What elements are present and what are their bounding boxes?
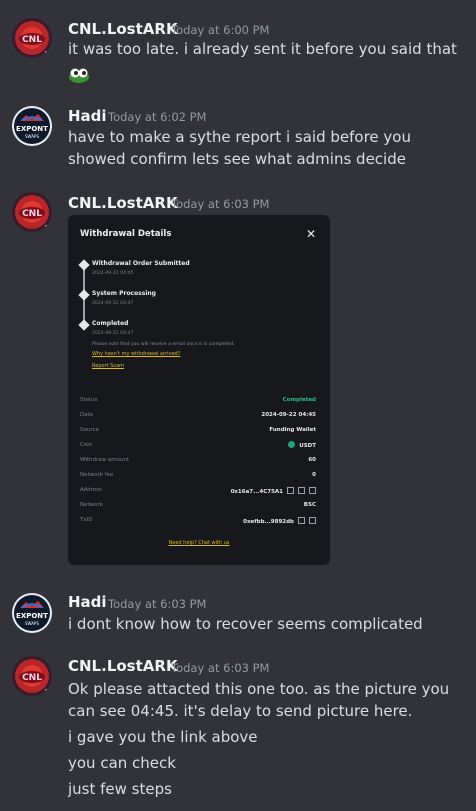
timestamp[interactable]: Today at 6:00 PM <box>171 23 269 37</box>
message-text: have to make a sythe report i said befor… <box>68 128 411 146</box>
detail-key: Network fee <box>80 472 114 478</box>
report-scam-link: Report Scam <box>92 363 125 369</box>
coin-text: USDT <box>299 443 316 449</box>
frog-eyes-emoji-icon[interactable] <box>68 66 90 84</box>
detail-key: Status <box>80 397 98 403</box>
message-text: you can check <box>68 754 176 772</box>
detail-value: 60 <box>308 457 316 463</box>
timestamp[interactable]: Today at 6:02 PM <box>108 110 206 124</box>
address-value: 0x16a7...4C75A1 <box>231 487 316 495</box>
detail-key: Coin <box>80 442 93 448</box>
timestamp[interactable]: Today at 6:03 PM <box>171 661 269 675</box>
detail-key: TxID <box>80 517 93 523</box>
message-text: i gave you the link above <box>68 728 258 746</box>
completion-note: Please note that you will receive a emai… <box>92 342 235 347</box>
author-name[interactable]: Hadi <box>68 107 107 125</box>
step-title: System Processing <box>92 290 156 297</box>
step-marker <box>78 289 90 301</box>
avatar-hadi-text-1: EXPONT <box>16 612 48 620</box>
detail-key: Withdraw amount <box>80 457 130 463</box>
txid-value: 0xefbb...9892db <box>243 517 316 525</box>
qr-icon <box>309 487 316 494</box>
step-date: 2024-09-22 04:45 <box>92 271 134 276</box>
avatar-hadi[interactable]: EXPONT SWAPS <box>12 593 52 633</box>
detail-value: BSC <box>303 502 316 508</box>
author-name[interactable]: CNL.LostARK <box>68 20 178 38</box>
withdrawal-arrived-link: Why hasn't my withdrawal arrived? <box>92 351 181 357</box>
author-name[interactable]: CNL.LostARK <box>68 194 178 212</box>
status-value: Completed <box>282 397 316 403</box>
author-name[interactable]: Hadi <box>68 593 107 611</box>
avatar-hadi-text-2: SWAPS <box>25 621 39 626</box>
avatar-hadi-text-1: EXPONT <box>16 125 48 133</box>
link-icon <box>287 487 294 494</box>
help-chat-link: Need help? Chat with us <box>168 540 230 546</box>
copy-icon <box>309 517 316 524</box>
close-icon: ✕ <box>305 227 316 241</box>
withdrawal-screenshot-attachment[interactable]: Withdrawal Details ✕ Withdrawal Order Su… <box>68 215 330 565</box>
timestamp[interactable]: Today at 6:03 PM <box>171 197 269 211</box>
avatar-cnl[interactable]: CNL <box>12 192 52 232</box>
usdt-coin-icon <box>288 441 296 448</box>
detail-key: Date <box>80 412 94 418</box>
message-text: it was too late. i already sent it befor… <box>68 40 457 58</box>
txid-text: 0xefbb...9892db <box>243 519 294 525</box>
author-name[interactable]: CNL.LostARK <box>68 657 178 675</box>
avatar-cnl-text: CNL <box>22 673 42 683</box>
withdrawal-title: Withdrawal Details <box>80 229 172 239</box>
avatar-cnl-text: CNL <box>22 209 42 219</box>
detail-value: 2024-09-22 04:45 <box>261 412 316 418</box>
copy-icon <box>298 487 305 494</box>
message-text: i dont know how to recover seems complic… <box>68 615 423 633</box>
address-text: 0x16a7...4C75A1 <box>230 489 283 495</box>
avatar-cnl-text: CNL <box>22 35 42 45</box>
step-title: Withdrawal Order Submitted <box>92 260 190 267</box>
message-text: just few steps <box>68 780 172 798</box>
timestamp[interactable]: Today at 6:03 PM <box>108 597 206 611</box>
coin-value: USDT <box>288 441 316 449</box>
step-marker <box>78 259 90 271</box>
detail-key: Address <box>80 487 102 493</box>
step-title: Completed <box>92 320 129 327</box>
detail-value: 0 <box>312 472 316 478</box>
step-date: 2024-09-22 04:47 <box>92 301 134 306</box>
avatar-hadi-text-2: SWAPS <box>25 134 39 139</box>
avatar-cnl[interactable]: CNL <box>12 18 52 58</box>
detail-value: Funding Wallet <box>269 427 316 433</box>
avatar-hadi[interactable]: EXPONT SWAPS <box>12 106 52 146</box>
step-marker <box>78 319 90 331</box>
message-text: can see 04:45. it's delay to send pictur… <box>68 702 413 720</box>
detail-key: Source <box>80 427 99 433</box>
link-icon <box>298 517 305 524</box>
step-date: 2024-09-22 04:47 <box>92 331 134 336</box>
detail-key: Network <box>80 502 103 508</box>
message-text: Ok please attacted this one too. as the … <box>68 680 450 698</box>
avatar-cnl[interactable]: CNL <box>12 656 52 696</box>
message-text: showed confirm lets see what admins deci… <box>68 150 406 168</box>
